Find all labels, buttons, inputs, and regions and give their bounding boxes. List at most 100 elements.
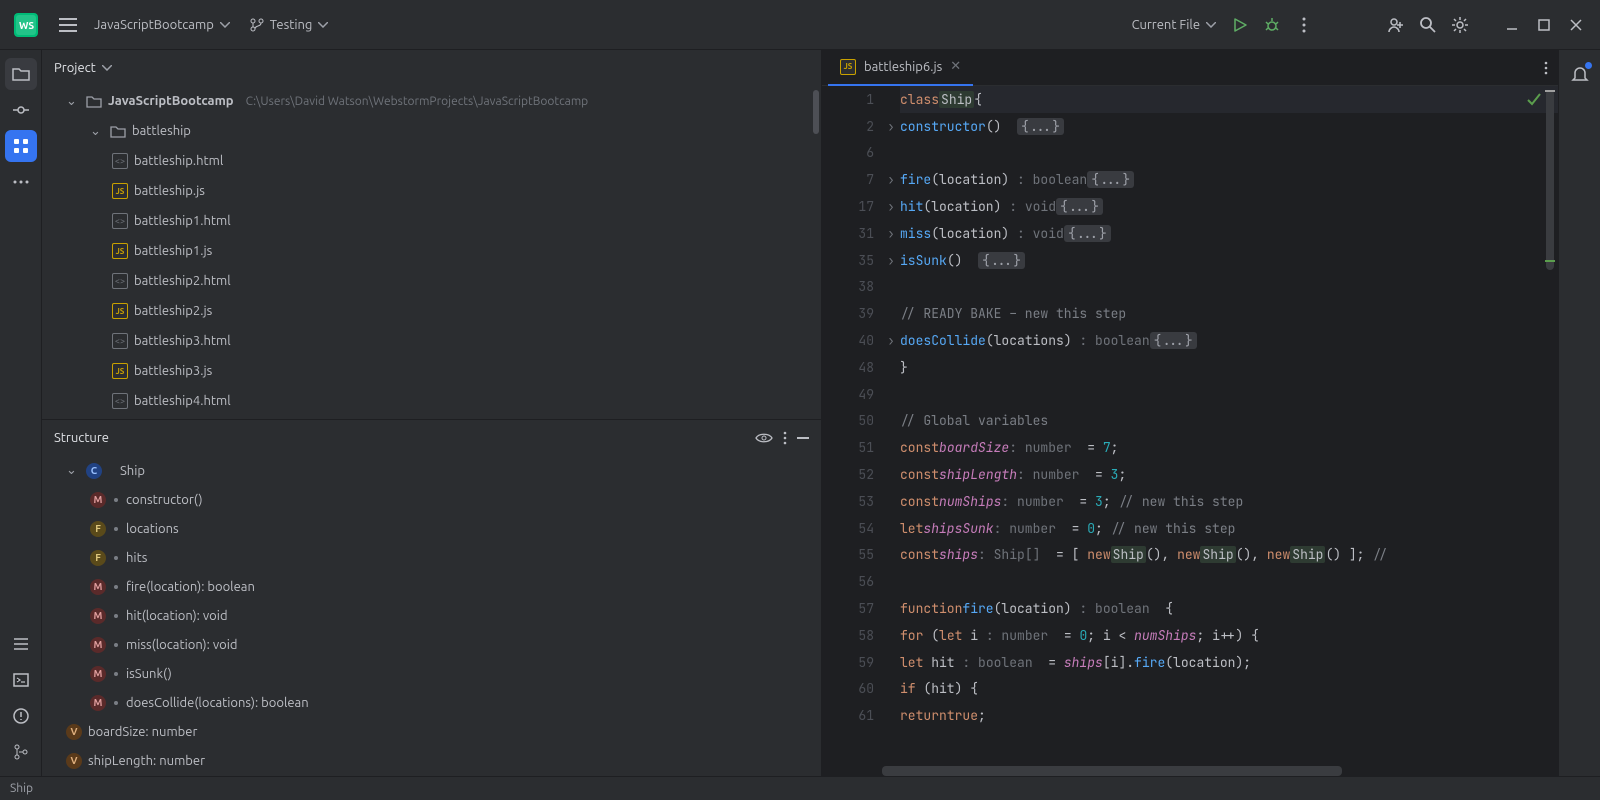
code-line[interactable] bbox=[900, 568, 1558, 595]
structure-tree[interactable]: ⌄CShipMconstructor()FlocationsFhitsMfire… bbox=[42, 456, 821, 775]
tree-file[interactable]: <>battleship4.html bbox=[46, 386, 821, 416]
gutter-line-number[interactable]: 57 bbox=[822, 595, 874, 622]
gutter-line-number[interactable]: 61 bbox=[822, 702, 874, 729]
struct-member[interactable]: MisSunk() bbox=[46, 659, 821, 688]
struct-member[interactable]: Mhit(location): void bbox=[46, 601, 821, 630]
code-line[interactable]: let hit : boolean = ships[i].fire(locati… bbox=[900, 649, 1558, 676]
debug-button[interactable] bbox=[1256, 9, 1288, 41]
vcs-tool-button[interactable] bbox=[5, 736, 37, 768]
code-line[interactable]: for (let i : number = 0; i < numShips; i… bbox=[900, 622, 1558, 649]
breadcrumb[interactable]: Ship bbox=[10, 782, 33, 795]
code-line[interactable]: miss(location) : void {...} bbox=[900, 220, 1558, 247]
gutter-line-number[interactable]: 6 bbox=[822, 140, 874, 167]
inspection-ok-icon[interactable] bbox=[1526, 92, 1542, 108]
gutter-line-number[interactable]: 60 bbox=[822, 676, 874, 703]
gutter-line-number[interactable]: 55 bbox=[822, 542, 874, 569]
visibility-icon[interactable] bbox=[755, 432, 773, 444]
todo-tool-button[interactable] bbox=[5, 628, 37, 660]
code-line[interactable]: doesCollide(locations) : boolean {...} bbox=[900, 327, 1558, 354]
gutter-line-number[interactable]: 48 bbox=[822, 354, 874, 381]
scrollbar-vertical[interactable] bbox=[813, 90, 819, 134]
problems-tool-button[interactable] bbox=[5, 700, 37, 732]
gutter-line-number[interactable]: 1 bbox=[822, 86, 874, 113]
struct-member[interactable]: Mfire(location): boolean bbox=[46, 572, 821, 601]
struct-member[interactable]: Mmiss(location): void bbox=[46, 630, 821, 659]
code-line[interactable]: const numShips : number = 3; // new this… bbox=[900, 488, 1558, 515]
fold-toggle[interactable]: › bbox=[882, 166, 900, 193]
editor-more-icon[interactable] bbox=[1544, 61, 1548, 75]
code-line[interactable]: // READY BAKE – new this step bbox=[900, 300, 1558, 327]
fold-toggle[interactable]: › bbox=[882, 247, 900, 274]
tree-file[interactable]: <>battleship1.html bbox=[46, 206, 821, 236]
code-line[interactable]: const ships : Ship[] = [ new Ship(), new… bbox=[900, 542, 1558, 569]
gutter-line-number[interactable]: 59 bbox=[822, 649, 874, 676]
code-line[interactable] bbox=[900, 274, 1558, 301]
struct-member[interactable]: MdoesCollide(locations): boolean bbox=[46, 688, 821, 717]
more-actions-button[interactable] bbox=[1288, 9, 1320, 41]
search-everywhere-button[interactable] bbox=[1412, 9, 1444, 41]
gutter-line-number[interactable]: 58 bbox=[822, 622, 874, 649]
project-selector[interactable]: JavaScriptBootcamp bbox=[84, 18, 240, 32]
code-line[interactable]: constructor() {...} bbox=[900, 113, 1558, 140]
code-line[interactable] bbox=[900, 140, 1558, 167]
gutter-line-number[interactable]: 56 bbox=[822, 568, 874, 595]
gutter-line-number[interactable]: 50 bbox=[822, 408, 874, 435]
gutter-line-number[interactable]: 54 bbox=[822, 515, 874, 542]
scrollbar-horizontal[interactable] bbox=[822, 766, 1558, 776]
fold-toggle[interactable]: › bbox=[882, 193, 900, 220]
gutter-line-number[interactable]: 7 bbox=[822, 166, 874, 193]
gutter-line-number[interactable]: 49 bbox=[822, 381, 874, 408]
struct-member[interactable]: Flocations bbox=[46, 514, 821, 543]
notifications-button[interactable] bbox=[1564, 58, 1596, 90]
struct-class[interactable]: ⌄CShip bbox=[46, 456, 821, 485]
code-line[interactable]: class Ship { bbox=[900, 86, 1558, 113]
terminal-tool-button[interactable] bbox=[5, 664, 37, 696]
code-line[interactable]: const shipLength : number = 3; bbox=[900, 461, 1558, 488]
fold-toggle[interactable]: › bbox=[882, 327, 900, 354]
tree-root[interactable]: ⌄JavaScriptBootcampC:\Users\David Watson… bbox=[46, 86, 821, 116]
gutter-line-number[interactable]: 51 bbox=[822, 434, 874, 461]
scrollbar-vertical[interactable] bbox=[1546, 90, 1554, 270]
code-line[interactable]: fire(location) : boolean {...} bbox=[900, 166, 1558, 193]
code-line[interactable]: if (hit) { bbox=[900, 676, 1558, 703]
tree-file[interactable]: JSbattleship2.js bbox=[46, 296, 821, 326]
minimize-panel-icon[interactable] bbox=[797, 437, 809, 439]
gutter-line-number[interactable]: 40 bbox=[822, 327, 874, 354]
more-icon[interactable] bbox=[783, 431, 787, 445]
settings-button[interactable] bbox=[1444, 9, 1476, 41]
gutter-line-number[interactable]: 2 bbox=[822, 113, 874, 140]
chevron-down-icon[interactable] bbox=[102, 65, 112, 71]
structure-tool-button[interactable] bbox=[5, 130, 37, 162]
tree-file[interactable]: <>battleship3.html bbox=[46, 326, 821, 356]
gutter-line-number[interactable]: 53 bbox=[822, 488, 874, 515]
gutter-line-number[interactable]: 31 bbox=[822, 220, 874, 247]
code-line[interactable]: const boardSize : number = 7; bbox=[900, 434, 1558, 461]
code-line[interactable]: return true; bbox=[900, 702, 1558, 729]
struct-global[interactable]: VboardSize: number bbox=[46, 717, 821, 746]
main-menu-button[interactable] bbox=[52, 9, 84, 41]
gutter-line-number[interactable]: 17 bbox=[822, 193, 874, 220]
git-branch-selector[interactable]: Testing bbox=[240, 18, 339, 32]
editor-tab[interactable]: JS battleship6.js ✕ bbox=[828, 50, 973, 86]
close-tab-icon[interactable]: ✕ bbox=[950, 59, 961, 74]
minimize-window-button[interactable] bbox=[1496, 9, 1528, 41]
project-tree[interactable]: ⌄JavaScriptBootcampC:\Users\David Watson… bbox=[42, 86, 821, 416]
code-line[interactable] bbox=[900, 381, 1558, 408]
code-line[interactable]: let shipsSunk : number = 0; // new this … bbox=[900, 515, 1558, 542]
gutter-line-number[interactable]: 39 bbox=[822, 300, 874, 327]
project-tool-button[interactable] bbox=[5, 58, 37, 90]
code-with-me-button[interactable] bbox=[1380, 9, 1412, 41]
gutter-line-number[interactable]: 52 bbox=[822, 461, 874, 488]
gutter-line-number[interactable]: 38 bbox=[822, 274, 874, 301]
tree-file[interactable]: JSbattleship.js bbox=[46, 176, 821, 206]
tree-file[interactable]: JSbattleship3.js bbox=[46, 356, 821, 386]
maximize-window-button[interactable] bbox=[1528, 9, 1560, 41]
more-tools-button[interactable] bbox=[5, 166, 37, 198]
fold-toggle[interactable]: › bbox=[882, 113, 900, 140]
run-config-selector[interactable]: Current File bbox=[1124, 18, 1224, 32]
code-line[interactable]: } bbox=[900, 354, 1558, 381]
struct-member[interactable]: Mconstructor() bbox=[46, 485, 821, 514]
struct-member[interactable]: Fhits bbox=[46, 543, 821, 572]
struct-global[interactable]: VshipLength: number bbox=[46, 746, 821, 775]
run-button[interactable] bbox=[1224, 9, 1256, 41]
